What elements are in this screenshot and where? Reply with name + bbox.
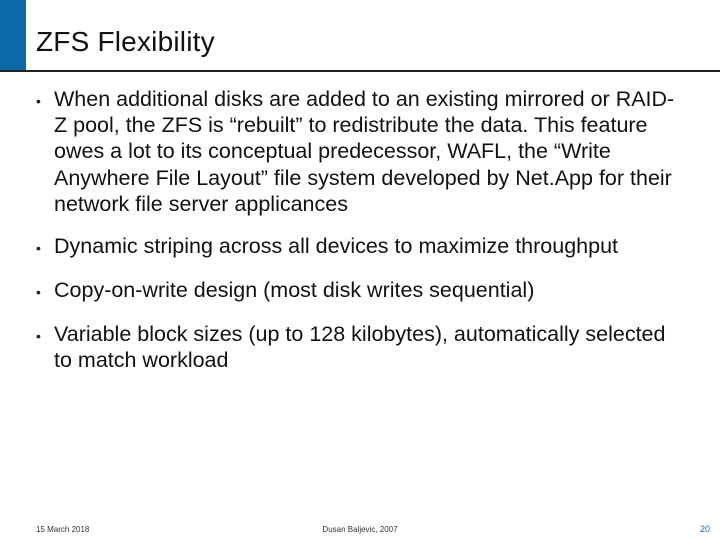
bullet-dot-icon: •	[36, 277, 54, 305]
slide-footer: 15 March 2018 Dusan Baljevic, 2007 20	[0, 518, 720, 534]
bullet-item: • When additional disks are added to an …	[36, 86, 686, 217]
slide-title: ZFS Flexibility	[36, 26, 215, 58]
bullet-item: • Variable block sizes (up to 128 kiloby…	[36, 321, 686, 373]
bullet-item: • Copy-on-write design (most disk writes…	[36, 277, 686, 305]
bullet-dot-icon: •	[36, 86, 54, 114]
accent-bar	[0, 0, 26, 70]
footer-author: Dusan Baljevic, 2007	[322, 525, 397, 534]
slide-content: • When additional disks are added to an …	[36, 86, 686, 390]
bullet-dot-icon: •	[36, 233, 54, 261]
title-underline	[0, 70, 720, 72]
bullet-text: Copy-on-write design (most disk writes s…	[54, 277, 534, 303]
bullet-text: When additional disks are added to an ex…	[54, 86, 686, 217]
bullet-text: Variable block sizes (up to 128 kilobyte…	[54, 321, 686, 373]
bullet-dot-icon: •	[36, 321, 54, 349]
bullet-item: • Dynamic striping across all devices to…	[36, 233, 686, 261]
footer-page-number: 20	[700, 524, 710, 534]
bullet-text: Dynamic striping across all devices to m…	[54, 233, 618, 259]
footer-date: 15 March 2018	[36, 525, 89, 534]
